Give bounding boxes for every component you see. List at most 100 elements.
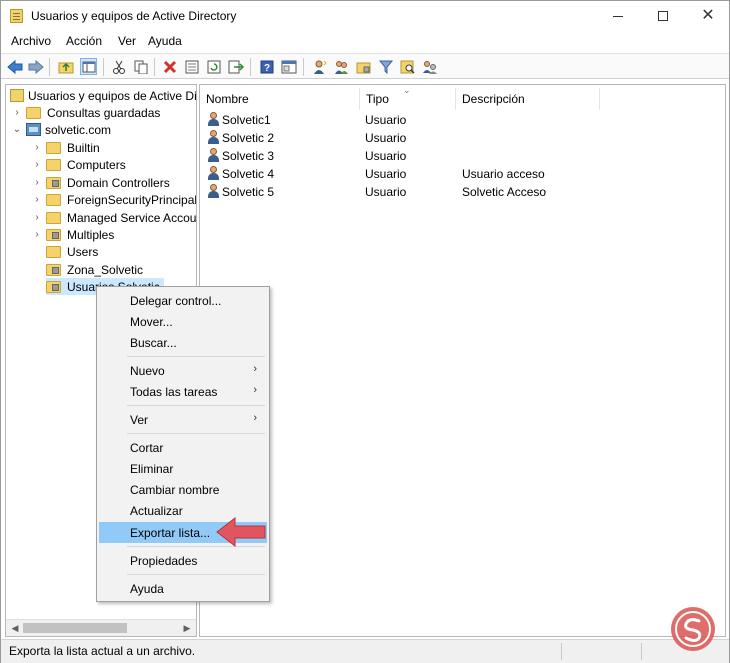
sort-chevron-icon: ⌄ xyxy=(403,85,411,95)
solvetic-logo-icon xyxy=(671,607,715,651)
menu-item-label: Eliminar xyxy=(130,461,174,476)
refresh-icon[interactable] xyxy=(205,58,222,75)
menu-item-label: Mover... xyxy=(130,314,173,329)
chevron-right-icon[interactable]: › xyxy=(32,194,42,205)
new-user-icon[interactable] xyxy=(311,58,328,75)
toolbar-separator xyxy=(250,58,251,76)
chevron-right-icon[interactable]: › xyxy=(12,107,22,118)
toolbar-separator xyxy=(154,58,155,76)
menu-item-nuevo[interactable]: Nuevo › xyxy=(99,360,267,381)
scroll-right-icon[interactable]: ▶ xyxy=(181,622,193,634)
list-item[interactable]: Solvetic 2 Usuario xyxy=(200,129,720,147)
user-icon xyxy=(207,184,219,198)
ou-folder-icon xyxy=(46,176,61,189)
tree-item-zona-solvetic[interactable]: Zona_Solvetic xyxy=(46,261,143,278)
toolbar-separator xyxy=(49,58,50,76)
tree-item-saved-queries[interactable]: › Consultas guardadas xyxy=(12,104,160,121)
tree-item-managed-service-accounts[interactable]: › Managed Service Accounts xyxy=(32,209,196,226)
menu-item-ver[interactable]: Ver › xyxy=(99,409,267,430)
menu-item-cambiar-nombre[interactable]: Cambiar nombre xyxy=(99,479,267,500)
back-icon[interactable] xyxy=(6,58,23,75)
forward-icon[interactable] xyxy=(27,58,44,75)
chevron-right-icon[interactable]: › xyxy=(32,142,42,153)
menu-archivo[interactable]: Archivo xyxy=(11,34,51,48)
menu-item-eliminar[interactable]: Eliminar xyxy=(99,458,267,479)
menu-ayuda[interactable]: Ayuda xyxy=(148,34,182,48)
title-bar: Usuarios y equipos de Active Directory ✕ xyxy=(1,1,729,31)
chevron-right-icon[interactable]: › xyxy=(32,159,42,170)
app-icon xyxy=(10,9,23,23)
folder-icon xyxy=(46,193,61,206)
menu-item-mover[interactable]: Mover... xyxy=(99,311,267,332)
list-item[interactable]: Solvetic 3 Usuario xyxy=(200,147,720,165)
ou-folder-icon xyxy=(46,263,61,276)
menu-item-todas-las-tareas[interactable]: Todas las tareas › xyxy=(99,381,267,402)
chevron-right-icon[interactable]: › xyxy=(32,229,42,240)
tree-item-label: Builtin xyxy=(67,140,100,155)
chevron-right-icon: › xyxy=(253,363,257,375)
new-ou-icon[interactable] xyxy=(355,58,372,75)
menu-item-ayuda[interactable]: Ayuda xyxy=(99,578,267,599)
menu-ver[interactable]: Ver xyxy=(118,34,136,48)
tree-item-domain-controllers[interactable]: › Domain Controllers xyxy=(32,174,169,191)
tree-item-label: Consultas guardadas xyxy=(47,105,161,120)
tree-root-label: Usuarios y equipos de Active Directory xyxy=(28,88,197,103)
domain-icon xyxy=(26,123,41,136)
scroll-left-icon[interactable]: ◀ xyxy=(9,622,21,634)
menu-accion[interactable]: Acción xyxy=(66,34,102,48)
user-type: Usuario xyxy=(365,167,407,181)
menu-item-propiedades[interactable]: Propiedades xyxy=(99,550,267,571)
chevron-right-icon[interactable]: › xyxy=(32,177,42,188)
copy-icon[interactable] xyxy=(132,58,149,75)
close-icon: ✕ xyxy=(701,7,715,24)
new-group-icon[interactable] xyxy=(333,58,350,75)
window-title: Usuarios y equipos de Active Directory xyxy=(31,9,237,23)
tree-root[interactable]: Usuarios y equipos de Active Directory xyxy=(10,87,197,104)
menu-separator xyxy=(127,574,265,575)
scrollbar-thumb[interactable] xyxy=(23,623,127,633)
user-type: Usuario xyxy=(365,149,407,163)
show-hide-tree-icon[interactable] xyxy=(80,58,97,75)
list-item[interactable]: Solvetic1 Usuario xyxy=(200,111,720,129)
tree-item-computers[interactable]: › Computers xyxy=(32,156,125,173)
find-icon[interactable] xyxy=(399,58,416,75)
minimize-button[interactable] xyxy=(601,1,635,31)
delete-icon[interactable] xyxy=(161,58,178,75)
tree-item-users[interactable]: Users xyxy=(46,243,98,260)
main-window: Usuarios y equipos de Active Directory ✕… xyxy=(0,0,730,663)
column-header-nombre[interactable]: Nombre xyxy=(200,88,360,110)
up-folder-icon[interactable] xyxy=(57,58,74,75)
help-icon[interactable]: ? xyxy=(258,58,275,75)
menu-separator xyxy=(127,405,265,406)
column-header-descripcion[interactable]: Descripción xyxy=(456,88,600,110)
close-button[interactable]: ✕ xyxy=(691,1,725,31)
menu-item-delegar-control[interactable]: Delegar control... xyxy=(99,290,267,311)
user-description: Solvetic Acceso xyxy=(462,185,547,199)
active-directory-icon xyxy=(10,89,24,102)
tree-item-multiples[interactable]: › Multiples xyxy=(32,226,114,243)
user-name: Solvetic1 xyxy=(222,113,271,127)
console-icon[interactable] xyxy=(280,58,297,75)
menu-item-buscar[interactable]: Buscar... xyxy=(99,332,267,353)
filter-icon[interactable] xyxy=(377,58,394,75)
folder-icon xyxy=(46,158,61,171)
minimize-icon xyxy=(613,15,623,17)
horizontal-scrollbar[interactable]: ◀ ▶ xyxy=(6,619,196,636)
cut-icon[interactable] xyxy=(110,58,127,75)
menu-bar: Archivo Acción Ver Ayuda xyxy=(1,32,729,52)
list-item[interactable]: Solvetic 4 Usuario Usuario acceso xyxy=(200,165,720,183)
tree-item-domain[interactable]: ⌄ solvetic.com xyxy=(12,121,111,138)
add-to-group-icon[interactable] xyxy=(421,58,438,75)
user-name: Solvetic 3 xyxy=(222,149,275,163)
chevron-down-icon[interactable]: ⌄ xyxy=(12,124,22,135)
chevron-right-icon[interactable]: › xyxy=(32,212,42,223)
user-type: Usuario xyxy=(365,113,407,127)
menu-item-cortar[interactable]: Cortar xyxy=(99,437,267,458)
properties-icon[interactable] xyxy=(183,58,200,75)
export-icon[interactable] xyxy=(227,58,244,75)
tree-item-builtin[interactable]: › Builtin xyxy=(32,139,100,156)
maximize-button[interactable] xyxy=(646,1,680,31)
tree-item-foreign-security-principals[interactable]: › ForeignSecurityPrincipals xyxy=(32,191,196,208)
list-item[interactable]: Solvetic 5 Usuario Solvetic Acceso xyxy=(200,183,720,201)
folder-icon xyxy=(26,106,41,119)
